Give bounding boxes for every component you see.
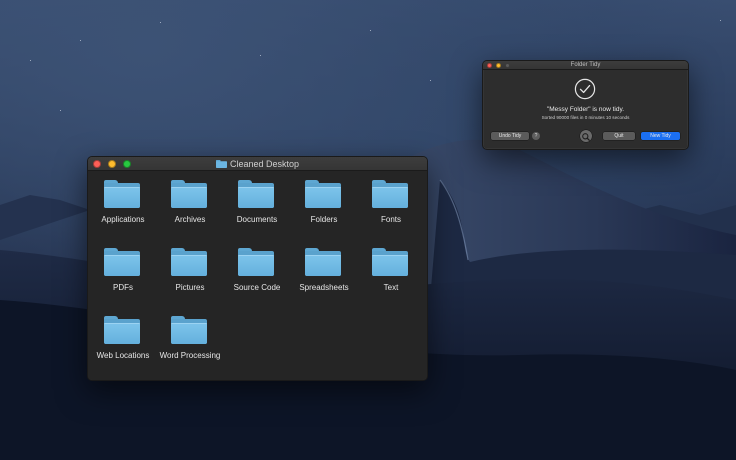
close-button[interactable] [93,159,101,168]
folder-icon [171,248,207,276]
checkmark-circle-icon [574,78,596,100]
folder-icon [305,248,341,276]
folder-icon [372,248,408,276]
help-button[interactable]: ? [532,132,540,140]
reveal-button[interactable] [580,130,592,142]
window-title: Folder Tidy [570,62,601,68]
folder-item[interactable]: Spreadsheets [289,242,359,302]
finder-window: Cleaned Desktop Applications Archives Do… [87,156,428,381]
folder-label: Fonts [380,215,401,224]
magnifier-icon [582,133,590,141]
new-tidy-button[interactable]: New Tidy [641,132,680,140]
folder-icon [171,180,207,208]
folder-icon [104,248,140,276]
folder-item[interactable]: Applications [88,174,158,234]
folder-item[interactable]: Folders [289,174,359,234]
tidy-titlebar[interactable]: Folder Tidy [483,61,688,70]
folder-item[interactable]: Web Locations [88,310,158,370]
window-controls [93,157,131,170]
zoom-button[interactable] [505,62,510,68]
folder-item[interactable]: Text [356,242,426,302]
folder-icon [238,180,274,208]
folder-tidy-window: Folder Tidy "Messy Folder" is now tidy. … [482,60,689,150]
undo-tidy-button[interactable]: Undo Tidy [491,132,529,140]
minimize-button[interactable] [108,159,116,168]
folder-icon [215,159,227,168]
folder-grid: Applications Archives Documents Folders … [88,171,427,380]
folder-icon [104,180,140,208]
folder-icon [372,180,408,208]
folder-icon [238,248,274,276]
folder-icon [104,316,140,344]
folder-icon [305,180,341,208]
quit-button[interactable]: Quit [603,132,635,140]
folder-icon [171,316,207,344]
zoom-button[interactable] [123,159,131,168]
folder-label: Word Processing [159,351,221,360]
completion-stats: Sorted 90000 files in 0 minutes 10 secon… [541,115,630,120]
window-controls [487,61,510,69]
window-title: Cleaned Desktop [229,158,300,169]
folder-item[interactable]: PDFs [88,242,158,302]
folder-item[interactable]: Documents [222,174,292,234]
completion-message: "Messy Folder" is now tidy. [546,106,625,113]
close-button[interactable] [487,62,492,68]
minimize-button[interactable] [496,62,501,68]
folder-label: Text [383,283,399,292]
folder-item[interactable]: Word Processing [155,310,225,370]
folder-item[interactable]: Fonts [356,174,426,234]
folder-item[interactable]: Pictures [155,242,225,302]
finder-titlebar[interactable]: Cleaned Desktop [88,157,427,171]
folder-item[interactable]: Archives [155,174,225,234]
folder-item[interactable]: Source Code [222,242,292,302]
